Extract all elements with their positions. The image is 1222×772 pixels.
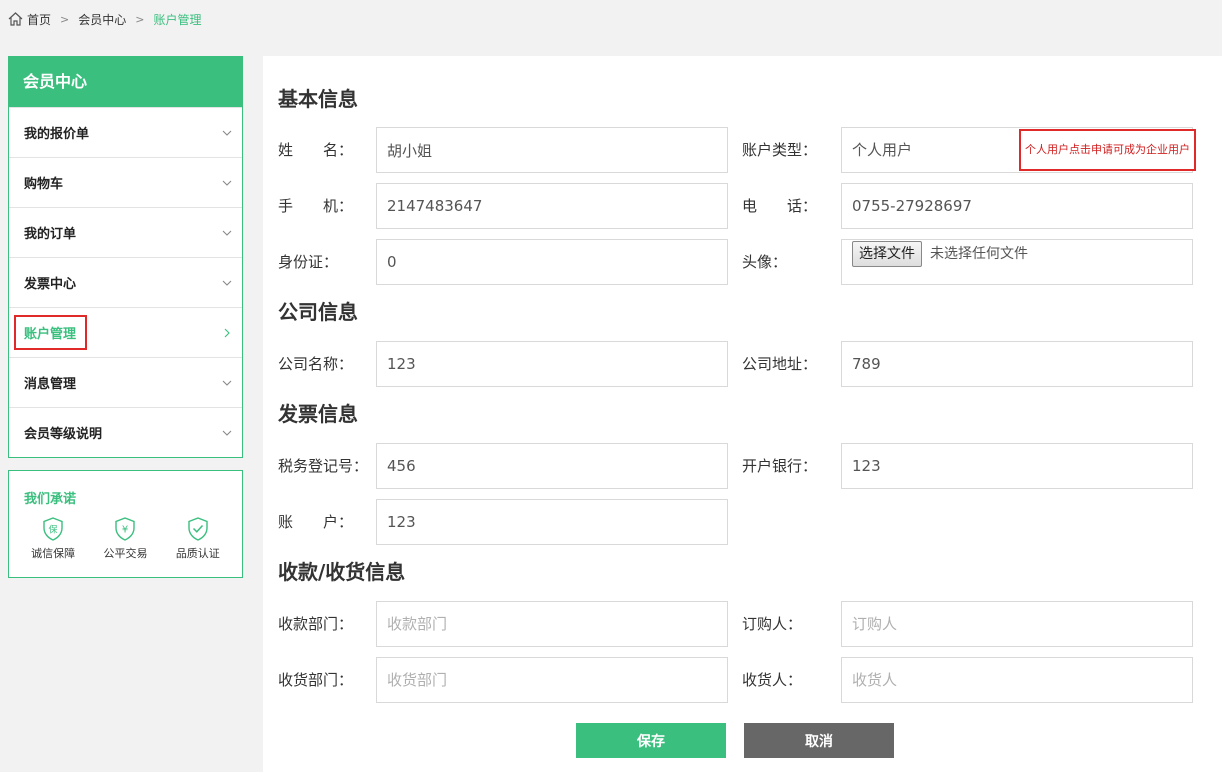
- section-title-receipt: 收款/收货信息: [278, 560, 406, 584]
- cancel-button[interactable]: 取消: [744, 723, 894, 758]
- receiving-dept-label: 收货部门：: [278, 671, 354, 689]
- promise-item-label: 公平交易: [103, 547, 148, 560]
- file-status: 未选择任何文件: [930, 246, 1028, 262]
- section-title-basic: 基本信息: [278, 87, 358, 111]
- section-title-invoice: 发票信息: [278, 402, 358, 426]
- chevron-down-icon: [222, 280, 232, 286]
- chevron-down-icon: [222, 180, 232, 186]
- shield-bao-icon: 保: [43, 517, 63, 541]
- tax-number-input[interactable]: [376, 443, 728, 489]
- promise-item-fair: ¥ 公平交易: [90, 517, 160, 561]
- tax-number-label: 税务登记号：: [278, 457, 369, 475]
- bank-account-label: 账 户：: [278, 513, 354, 531]
- account-type-label: 账户类型：: [742, 141, 818, 159]
- save-button[interactable]: 保存: [576, 723, 726, 758]
- company-name-input[interactable]: [376, 341, 728, 387]
- chevron-down-icon: [222, 230, 232, 236]
- sidebar-item-quotes[interactable]: 我的报价单: [9, 107, 242, 157]
- bank-input[interactable]: [841, 443, 1193, 489]
- company-address-input[interactable]: [841, 341, 1193, 387]
- sidebar-item-label: 消息管理: [24, 377, 77, 392]
- chevron-down-icon: [222, 430, 232, 436]
- upgrade-to-enterprise-link[interactable]: 个人用户点击申请可成为企业用户: [1019, 129, 1196, 171]
- payment-dept-input[interactable]: [376, 601, 728, 647]
- account-type-value: 个人用户: [852, 141, 913, 159]
- chevron-right-icon: [224, 328, 230, 337]
- sidebar: 会员中心 我的报价单 购物车 我的订单 发票中心 账户管理 消息管理 会员等级说…: [8, 56, 243, 578]
- svg-text:保: 保: [49, 524, 58, 536]
- phone-label: 电 话：: [742, 197, 818, 215]
- svg-text:¥: ¥: [122, 525, 128, 536]
- orderer-label: 订购人：: [742, 615, 803, 633]
- sidebar-item-label: 会员等级说明: [24, 427, 103, 442]
- sidebar-title: 会员中心: [9, 57, 242, 107]
- chevron-down-icon: [222, 380, 232, 386]
- sidebar-item-messages[interactable]: 消息管理: [9, 357, 242, 407]
- breadcrumb-separator: >: [135, 12, 145, 26]
- sidebar-item-label: 发票中心: [24, 277, 77, 292]
- sidebar-menu: 会员中心 我的报价单 购物车 我的订单 发票中心 账户管理 消息管理 会员等级说…: [8, 56, 243, 458]
- sidebar-item-orders[interactable]: 我的订单: [9, 207, 242, 257]
- orderer-input[interactable]: [841, 601, 1193, 647]
- chevron-down-icon: [222, 130, 232, 136]
- sidebar-item-invoices[interactable]: 发票中心: [9, 257, 242, 307]
- breadcrumb-current: 账户管理: [153, 12, 202, 27]
- promise-item-label: 品质认证: [175, 547, 220, 560]
- account-type-field: 个人用户 个人用户点击申请可成为企业用户: [841, 127, 1196, 173]
- id-card-label: 身份证：: [278, 253, 339, 271]
- bank-label: 开户银行：: [742, 457, 818, 475]
- promise-box: 我们承诺 保 诚信保障 ¥ 公平交易 品质认证: [8, 470, 243, 578]
- sidebar-item-account[interactable]: 账户管理: [9, 307, 242, 357]
- breadcrumb-home[interactable]: 首页: [27, 11, 51, 28]
- receiver-label: 收货人：: [742, 671, 803, 689]
- section-title-company: 公司信息: [278, 300, 358, 324]
- shield-check-icon: [188, 517, 208, 541]
- sidebar-item-label: 购物车: [24, 177, 64, 192]
- mobile-input[interactable]: [376, 183, 728, 229]
- avatar-file-field: 选择文件 未选择任何文件: [841, 239, 1193, 285]
- receiving-dept-input[interactable]: [376, 657, 728, 703]
- company-address-label: 公司地址：: [742, 355, 818, 373]
- company-name-label: 公司名称：: [278, 355, 354, 373]
- breadcrumb-member-center[interactable]: 会员中心: [78, 11, 126, 28]
- phone-input[interactable]: [841, 183, 1193, 229]
- sidebar-item-cart[interactable]: 购物车: [9, 157, 242, 207]
- breadcrumb-separator: >: [60, 12, 70, 26]
- choose-file-button[interactable]: 选择文件: [852, 241, 922, 267]
- sidebar-item-label: 我的报价单: [24, 127, 90, 142]
- mobile-label: 手 机：: [278, 197, 354, 215]
- home-icon[interactable]: [8, 12, 23, 26]
- sidebar-item-member-level[interactable]: 会员等级说明: [9, 407, 242, 457]
- avatar-label: 头像：: [742, 253, 788, 271]
- breadcrumb: 首页 > 会员中心 > 账户管理: [8, 10, 201, 28]
- sidebar-item-label: 账户管理: [13, 315, 88, 350]
- receiver-input[interactable]: [841, 657, 1193, 703]
- sidebar-item-label: 我的订单: [24, 227, 77, 242]
- name-label: 姓 名：: [278, 141, 354, 159]
- promise-title: 我们承诺: [24, 492, 77, 507]
- id-card-input[interactable]: [376, 239, 728, 285]
- account-form-panel: 基本信息 姓 名： 账户类型： 个人用户 个人用户点击申请可成为企业用户 手 机…: [263, 56, 1222, 772]
- bank-account-input[interactable]: [376, 499, 728, 545]
- shield-yen-icon: ¥: [115, 517, 136, 541]
- payment-dept-label: 收款部门：: [278, 615, 354, 633]
- promise-item-quality: 品质认证: [163, 517, 233, 561]
- promise-item-label: 诚信保障: [31, 547, 76, 560]
- promise-item-trust: 保 诚信保障: [18, 517, 88, 561]
- name-input[interactable]: [376, 127, 728, 173]
